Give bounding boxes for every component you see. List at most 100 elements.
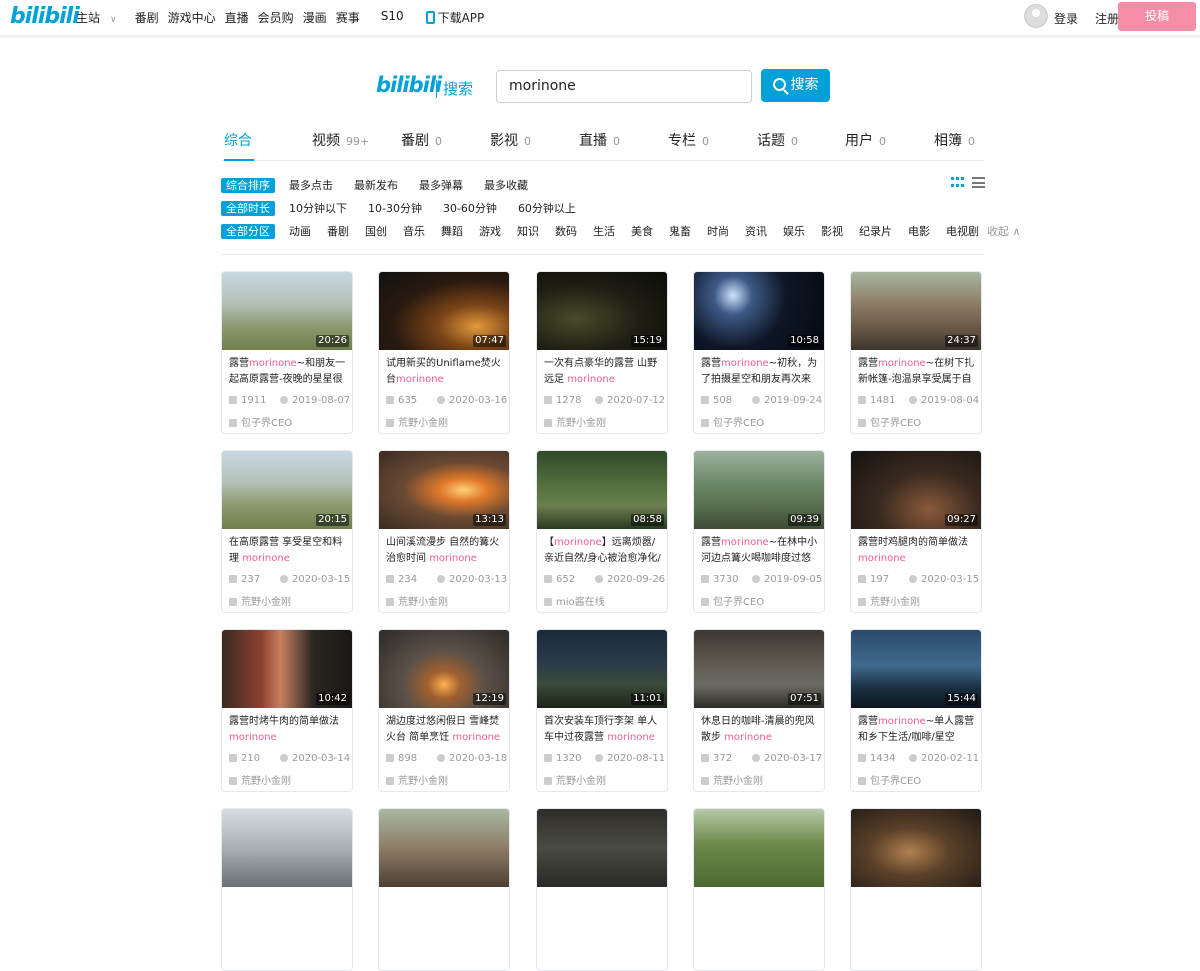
video-card[interactable]: 07:51 休息日的咖啡-清晨的兜风散步 morinone 372 2020-03-1… [693, 629, 825, 792]
zone-option[interactable]: 数码 [555, 223, 577, 239]
tab-video[interactable]: 视频 99+ [312, 130, 369, 150]
video-title[interactable] [701, 893, 819, 925]
video-thumbnail[interactable]: 20:15 [222, 451, 352, 529]
uploader[interactable]: 包子界CEO [858, 414, 921, 429]
video-thumbnail[interactable]: 10:42 [222, 630, 352, 708]
video-card[interactable]: 07:47 试用新买的Uniflame焚火台morinone 635 2020-03-… [378, 271, 510, 434]
video-title[interactable]: 山间溪流漫步 自然的篝火治愈时间 morinone [386, 535, 504, 567]
video-title[interactable]: 露营时鸡腿肉的简单做法 morinone [858, 535, 976, 567]
register-link[interactable]: 注册 [1095, 10, 1119, 27]
video-title[interactable]: 露营morinone~单人露营和乡下生活/咖啡/星空 [858, 714, 976, 746]
video-card[interactable]: 15:19 一次有点豪华的露营 山野远足 morinone 1278 2020-07-… [536, 271, 668, 434]
duration-option[interactable]: 10-30分钟 [368, 200, 422, 216]
zone-option[interactable]: 电影 [908, 223, 930, 239]
video-card[interactable]: 24:37 露营morinone~在树下扎新帐篷-泡温泉享受属于自己 1481 201… [850, 271, 982, 434]
tab-topic[interactable]: 话题 0 [757, 130, 798, 150]
avatar[interactable] [1024, 4, 1048, 28]
zone-option[interactable]: 舞蹈 [441, 223, 463, 239]
zone-option[interactable]: 电视剧 [946, 223, 979, 239]
video-title[interactable]: 一次有点豪华的露营 山野远足 morinone [544, 356, 662, 388]
zone-option[interactable]: 生活 [593, 223, 615, 239]
tab-article[interactable]: 专栏 0 [668, 130, 709, 150]
nav-game-center[interactable]: 游戏中心 [168, 9, 216, 26]
video-thumbnail[interactable] [694, 809, 824, 887]
nav-main-site[interactable]: 主站 ∨ [76, 9, 126, 26]
sort-option[interactable]: 最新发布 [354, 177, 398, 193]
uploader[interactable]: 包子界CEO [229, 414, 292, 429]
zone-option[interactable]: 影视 [821, 223, 843, 239]
zone-option[interactable]: 时尚 [707, 223, 729, 239]
video-title[interactable] [858, 893, 976, 925]
video-title[interactable] [544, 893, 662, 925]
grid-view-icon[interactable] [951, 177, 964, 188]
zone-option[interactable]: 番剧 [327, 223, 349, 239]
zone-option[interactable]: 纪录片 [859, 223, 892, 239]
uploader[interactable]: 荒野小金刚 [544, 772, 606, 787]
uploader[interactable]: 荒野小金刚 [229, 772, 291, 787]
uploader[interactable]: 包子界CEO [701, 593, 764, 608]
video-card[interactable] [221, 808, 353, 971]
video-card[interactable]: 10:42 露营时烤牛肉的简单做法 morinone 210 2020-03-14 荒野… [221, 629, 353, 792]
video-thumbnail[interactable]: 07:51 [694, 630, 824, 708]
nav-manga[interactable]: 漫画 [303, 9, 327, 26]
uploader[interactable]: 包子界CEO [858, 772, 921, 787]
video-thumbnail[interactable]: 20:26 [222, 272, 352, 350]
search-logo[interactable]: bilibili [376, 73, 442, 97]
video-thumbnail[interactable]: 15:19 [537, 272, 667, 350]
video-thumbnail[interactable]: 09:27 [851, 451, 981, 529]
video-card[interactable] [693, 808, 825, 971]
video-title[interactable]: 露营morinone~初秋，为了拍摄星空和朋友再次来到 [701, 356, 819, 388]
tab-film[interactable]: 影视 0 [490, 130, 531, 150]
sort-selected[interactable]: 综合排序 [221, 177, 275, 193]
uploader[interactable]: 包子界CEO [701, 414, 764, 429]
video-thumbnail[interactable]: 10:58 [694, 272, 824, 350]
zone-option[interactable]: 音乐 [403, 223, 425, 239]
video-card[interactable]: 13:13 山间溪流漫步 自然的篝火治愈时间 morinone 234 2020-03… [378, 450, 510, 613]
nav-live[interactable]: 直播 [225, 9, 249, 26]
video-title[interactable]: 首次安装车顶行李架 单人车中过夜露营 morinone [544, 714, 662, 746]
zone-option[interactable]: 美食 [631, 223, 653, 239]
video-thumbnail[interactable]: 11:01 [537, 630, 667, 708]
zone-option[interactable]: 鬼畜 [669, 223, 691, 239]
video-thumbnail[interactable] [222, 809, 352, 887]
duration-option[interactable]: 30-60分钟 [443, 200, 497, 216]
video-thumbnail[interactable] [379, 809, 509, 887]
video-card[interactable] [536, 808, 668, 971]
tab-album[interactable]: 相簿 0 [934, 130, 975, 150]
video-thumbnail[interactable]: 09:39 [694, 451, 824, 529]
sort-option[interactable]: 最多收藏 [484, 177, 528, 193]
video-thumbnail[interactable]: 12:19 [379, 630, 509, 708]
uploader[interactable]: 荒野小金刚 [386, 414, 448, 429]
video-card[interactable]: 20:26 露营morinone~和朋友一起高原露营-夜晚的星星很美 1911 201… [221, 271, 353, 434]
video-card[interactable]: 10:58 露营morinone~初秋，为了拍摄星空和朋友再次来到 508 2019-… [693, 271, 825, 434]
video-title[interactable]: 露营morinone~在林中小河边点篝火喝咖啡度过悠闲的 [701, 535, 819, 567]
zone-option[interactable]: 知识 [517, 223, 539, 239]
video-title[interactable]: 露营morinone~和朋友一起高原露营-夜晚的星星很美 [229, 356, 347, 388]
video-card[interactable] [378, 808, 510, 971]
duration-option[interactable]: 60分钟以上 [518, 200, 576, 216]
uploader[interactable]: 荒野小金刚 [229, 593, 291, 608]
nav-s10[interactable]: S10 [381, 9, 404, 26]
sort-option[interactable]: 最多弹幕 [419, 177, 463, 193]
video-card[interactable]: 20:15 在高原露营 享受星空和料理 morinone 237 2020-03-15… [221, 450, 353, 613]
video-title[interactable]: 休息日的咖啡-清晨的兜风散步 morinone [701, 714, 819, 746]
zone-option[interactable]: 资讯 [745, 223, 767, 239]
zone-option[interactable]: 国创 [365, 223, 387, 239]
tab-user[interactable]: 用户 0 [845, 130, 886, 150]
video-card[interactable]: 15:44 露营morinone~单人露营和乡下生活/咖啡/星空 1434 2020-… [850, 629, 982, 792]
list-view-icon[interactable] [972, 177, 985, 188]
duration-selected[interactable]: 全部时长 [221, 200, 275, 216]
zone-selected[interactable]: 全部分区 [221, 223, 275, 239]
video-card[interactable]: 08:58 【morinone】远离烦嚣/亲近自然/身心被治愈净化/风 652 202… [536, 450, 668, 613]
video-thumbnail[interactable] [851, 809, 981, 887]
uploader[interactable]: mio酱在线 [544, 593, 605, 608]
nav-download-app[interactable]: 下载APP [425, 9, 494, 26]
bilibili-logo[interactable]: bilibili [10, 4, 80, 29]
video-title[interactable]: 湖边度过悠闲假日 雪峰焚火台 简单烹饪 morinone [386, 714, 504, 746]
nav-anime[interactable]: 番剧 [135, 9, 159, 26]
zone-option[interactable]: 游戏 [479, 223, 501, 239]
video-thumbnail[interactable]: 13:13 [379, 451, 509, 529]
video-thumbnail[interactable]: 07:47 [379, 272, 509, 350]
video-card[interactable]: 11:01 首次安装车顶行李架 单人车中过夜露营 morinone 1320 2020… [536, 629, 668, 792]
video-title[interactable] [386, 893, 504, 925]
